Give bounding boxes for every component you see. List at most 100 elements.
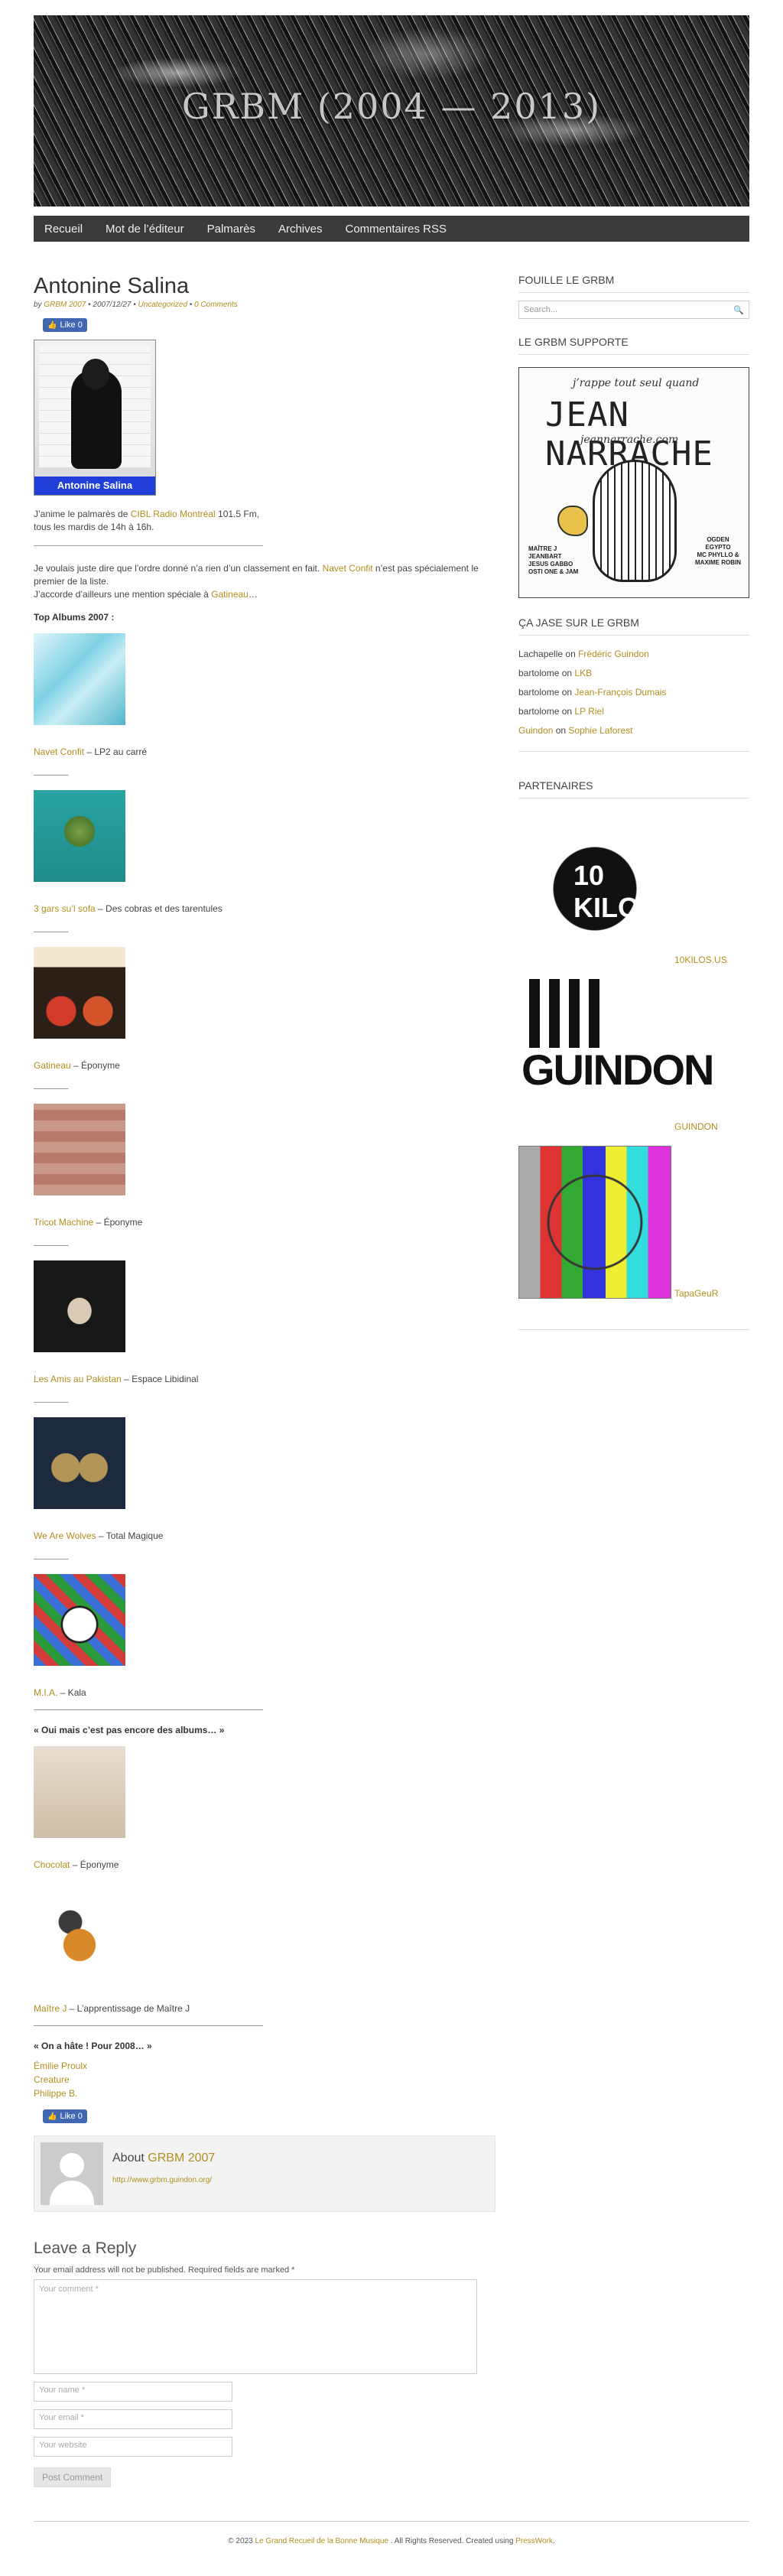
- album-title: – Kala: [57, 1687, 86, 1698]
- poster-name: OGDEN: [707, 536, 729, 543]
- footer-site-link[interactable]: Le Grand Recueil de la Bonne Musique: [255, 2537, 388, 2545]
- album-artist-link[interactable]: Navet Confit: [34, 746, 84, 757]
- poster-name: OSTI ONE & JAM: [528, 568, 579, 575]
- navet-confit-link[interactable]: Navet Confit: [323, 563, 373, 574]
- poster-name: MAÎTRE J: [528, 545, 557, 552]
- album-cover-we-are-wolves[interactable]: [34, 1417, 125, 1509]
- comment-post-link[interactable]: Jean-François Dumais: [574, 687, 666, 698]
- recent-comments-title: ÇA JASE SUR LE GRBM: [518, 616, 749, 636]
- comment-on: on: [559, 668, 575, 678]
- meta-author-link[interactable]: GRBM 2007: [44, 301, 86, 309]
- site-title[interactable]: GRBM (2004 — 2013): [34, 86, 749, 127]
- nav-item-mot-editeur[interactable]: Mot de l’éditeur: [106, 223, 184, 236]
- album-artist-link[interactable]: Gatineau: [34, 1060, 71, 1071]
- guindon-logo[interactable]: GUINDON: [518, 979, 714, 1132]
- post-comment-button[interactable]: Post Comment: [34, 2467, 112, 2487]
- email-field[interactable]: Your email *: [34, 2409, 232, 2429]
- poster-name: MAXIME ROBIN: [695, 559, 741, 566]
- divider-rule: ——————————————————————————————: [34, 2021, 263, 2030]
- album-artist-link[interactable]: 3 gars su’l sofa: [34, 903, 96, 914]
- explanation-paragraph: Je voulais juste dire que l’ordre donné …: [34, 562, 495, 601]
- album-artist-link[interactable]: M.I.A.: [34, 1687, 57, 1698]
- nav-item-rss[interactable]: Commentaires RSS: [345, 223, 447, 236]
- recent-comment: bartolome on Jean-François Dumais: [518, 683, 749, 702]
- tapageur-test-pattern-logo[interactable]: [518, 1146, 671, 1299]
- author-name-link[interactable]: GRBM 2007: [148, 2152, 215, 2165]
- album-artist-link[interactable]: Tricot Machine: [34, 1217, 93, 1228]
- guindon-logo-text: GUINDON: [521, 1046, 714, 1094]
- partner-link-guindon[interactable]: GUINDON: [674, 1121, 718, 1132]
- album-entry: We Are Wolves – Total Magique: [34, 1530, 495, 1541]
- album-artist-link[interactable]: Les Amis au Pakistan: [34, 1374, 122, 1384]
- partner-link-tapageur[interactable]: TapaGeuR: [674, 1288, 718, 1299]
- album-cover-mia[interactable]: [34, 1574, 125, 1666]
- album-artist-link[interactable]: We Are Wolves: [34, 1530, 96, 1541]
- rush-list: Émilie Proulx Creature Philippe B.: [34, 2059, 495, 2100]
- album-cover-gatineau[interactable]: [34, 947, 125, 1039]
- mask-icon: [593, 460, 677, 582]
- jean-narrache-poster[interactable]: j’rappe tout seul quand JEAN NARRACHE je…: [518, 367, 749, 598]
- album-title: – Espace Libidinal: [121, 1374, 199, 1384]
- meta-category-link[interactable]: Uncategorized: [138, 301, 187, 309]
- divider: [518, 751, 749, 752]
- cibl-link[interactable]: CIBL Radio Montréal: [131, 509, 216, 519]
- comment-author-link[interactable]: Guindon: [518, 725, 553, 736]
- comment-post-link[interactable]: LP Riel: [574, 706, 603, 717]
- album-cover-navet-confit[interactable]: [34, 633, 125, 725]
- nav-item-palmares[interactable]: Palmarès: [207, 223, 255, 236]
- 10kilos-logo[interactable]: 10 KILOS: [518, 812, 671, 965]
- gatineau-link[interactable]: Gatineau: [211, 589, 249, 600]
- album-cover-tricot-machine[interactable]: [34, 1104, 125, 1195]
- author-title: About GRBM 2007: [112, 2152, 215, 2165]
- comment-post-link[interactable]: Frédéric Guindon: [578, 649, 649, 659]
- meta-comments-link[interactable]: 0 Comments: [194, 301, 238, 309]
- rush-link[interactable]: Philippe B.: [34, 2086, 495, 2100]
- rush-link[interactable]: Creature: [34, 2073, 495, 2086]
- album-cover-3-gars[interactable]: [34, 790, 125, 882]
- meta-by: by: [34, 301, 42, 309]
- name-field[interactable]: Your name *: [34, 2382, 232, 2402]
- intro-paragraph: J’anime le palmarès de CIBL Radio Montré…: [34, 508, 495, 534]
- album-title: – Éponyme: [70, 1060, 120, 1071]
- short-divider: ————–: [34, 1398, 69, 1407]
- comment-author: bartolome: [518, 706, 560, 717]
- search-placeholder: Search...: [524, 305, 558, 314]
- search-widget-title: FOUILLE LE GRBM: [518, 274, 749, 293]
- recent-comment: Lachapelle on Frédéric Guindon: [518, 645, 749, 664]
- reply-title: Leave a Reply: [34, 2239, 137, 2257]
- partner-link-10kilos[interactable]: 10KILOS.US: [674, 955, 727, 965]
- intro-text-1: J’anime le palmarès de: [34, 509, 131, 519]
- main-nav: Recueil Mot de l’éditeur Palmarès Archiv…: [34, 216, 749, 242]
- comment-post-link[interactable]: Sophie Laforest: [568, 725, 632, 736]
- rush-link[interactable]: Émilie Proulx: [34, 2059, 495, 2073]
- footer-theme-link[interactable]: PressWork: [515, 2537, 553, 2545]
- like-label: Like 0: [60, 2112, 83, 2121]
- author-url-link[interactable]: http://www.grbm.guindon.org/: [112, 2176, 212, 2184]
- album-title: – Des cobras et des tarentules: [95, 903, 223, 914]
- partners-title: PARTENAIRES: [518, 779, 749, 798]
- website-field[interactable]: Your website: [34, 2437, 232, 2457]
- nav-item-archives[interactable]: Archives: [278, 223, 323, 236]
- album-artist-link[interactable]: Maître J: [34, 2003, 67, 2014]
- album-entry: 3 gars su’l sofa – Des cobras et des tar…: [34, 903, 495, 914]
- album-cover-chocolat[interactable]: [34, 1746, 125, 1838]
- 10kilos-logo-text: 10 KILOS: [573, 860, 658, 923]
- antonine-portrait-image: Antonine Salina: [34, 340, 156, 496]
- header-banner[interactable]: GRBM (2004 — 2013): [34, 15, 749, 207]
- divider: [518, 1329, 749, 1330]
- comment-post-link[interactable]: LKB: [574, 668, 592, 678]
- search-input[interactable]: Search... 🔍: [518, 301, 749, 319]
- search-icon[interactable]: 🔍: [733, 305, 744, 315]
- partner-item: TapaGeuR: [518, 1146, 749, 1299]
- album-cover-amis-pakistan[interactable]: [34, 1260, 125, 1352]
- facebook-like-button[interactable]: 👍 Like 0: [43, 318, 87, 332]
- page: GRBM (2004 — 2013) Recueil Mot de l’édit…: [34, 15, 749, 2576]
- album-cover-maitre-j[interactable]: [34, 1890, 125, 1982]
- album-artist-link[interactable]: Chocolat: [34, 1859, 70, 1870]
- short-divider: ————–: [34, 771, 69, 779]
- short-divider: ————–: [34, 1555, 69, 1563]
- comment-textarea[interactable]: Your comment *: [34, 2279, 477, 2374]
- nav-item-recueil[interactable]: Recueil: [44, 223, 83, 236]
- intro-text-3: tous les mardis de 14h à 16h.: [34, 522, 154, 532]
- facebook-like-button[interactable]: 👍 Like 0: [43, 2109, 87, 2123]
